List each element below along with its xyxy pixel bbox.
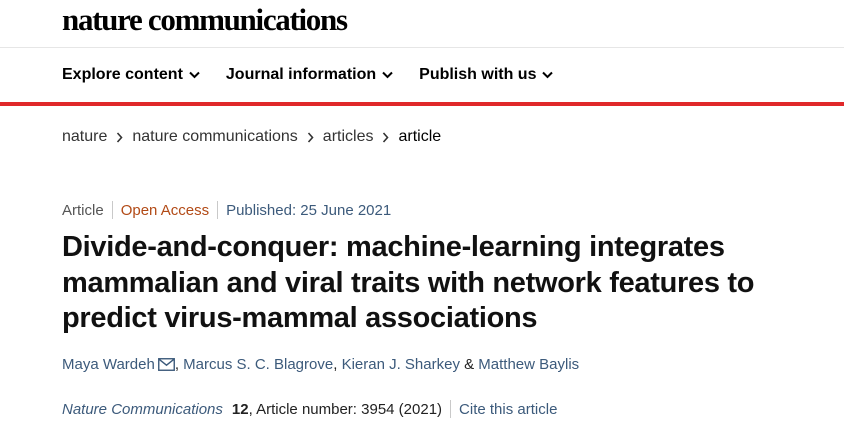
- envelope-icon[interactable]: [157, 358, 175, 371]
- cite-article-link[interactable]: Cite this article: [459, 401, 557, 418]
- author-separator: ,: [333, 356, 342, 373]
- volume-number: 12: [231, 400, 249, 418]
- breadcrumb-nature-communications[interactable]: nature communications: [132, 128, 297, 146]
- author-link[interactable]: Maya Wardeh: [62, 356, 155, 373]
- site-logo[interactable]: nature communications: [62, 2, 348, 38]
- breadcrumb-current: article: [398, 128, 442, 145]
- nav-label: Journal information: [225, 66, 377, 83]
- divider: [450, 400, 452, 418]
- article-type: Article: [62, 201, 104, 219]
- chevron-down-icon: [189, 71, 200, 79]
- divider: [217, 201, 219, 219]
- published-date: Published: 25 June 2021: [226, 201, 392, 219]
- author-separator: &: [459, 356, 479, 373]
- breadcrumb-articles[interactable]: articles: [323, 128, 374, 146]
- main-nav: Explore content Journal information Publ…: [62, 66, 554, 84]
- chevron-down-icon: [382, 71, 393, 79]
- nav-label: Explore content: [62, 66, 183, 83]
- divider: [111, 201, 113, 219]
- article-meta: Article Open Access Published: 25 June 2…: [62, 201, 391, 219]
- chevron-right-icon: [382, 131, 390, 143]
- breadcrumb-nature[interactable]: nature: [62, 128, 107, 146]
- author-link[interactable]: Matthew Baylis: [478, 356, 579, 373]
- chevron-down-icon: [542, 71, 554, 79]
- accent-bar: [0, 102, 844, 106]
- article-title: Divide-and-conquer: machine-learning int…: [62, 231, 755, 334]
- nav-publish-with-us[interactable]: Publish with us: [419, 66, 554, 84]
- header-divider: [0, 47, 844, 48]
- article-number: , Article number: 3954 (2021): [248, 400, 443, 418]
- author-link[interactable]: Kieran J. Sharkey: [342, 356, 460, 373]
- nav-explore-content[interactable]: Explore content: [62, 66, 200, 84]
- chevron-right-icon: [307, 131, 314, 143]
- open-access-badge: Open Access: [120, 201, 210, 219]
- chevron-right-icon: [116, 131, 123, 143]
- nav-journal-information[interactable]: Journal information: [226, 66, 393, 84]
- citation-line: Nature Communications 12 , Article numbe…: [62, 400, 557, 418]
- nav-label: Publish with us: [419, 66, 537, 83]
- author-separator: ,: [174, 356, 184, 373]
- breadcrumb: nature nature communications articles ar…: [62, 128, 441, 146]
- journal-link[interactable]: Nature Communications: [62, 401, 223, 418]
- author-list: Maya Wardeh , Marcus S. C. Blagrove , Ki…: [62, 356, 579, 373]
- author-link[interactable]: Marcus S. C. Blagrove: [183, 356, 333, 373]
